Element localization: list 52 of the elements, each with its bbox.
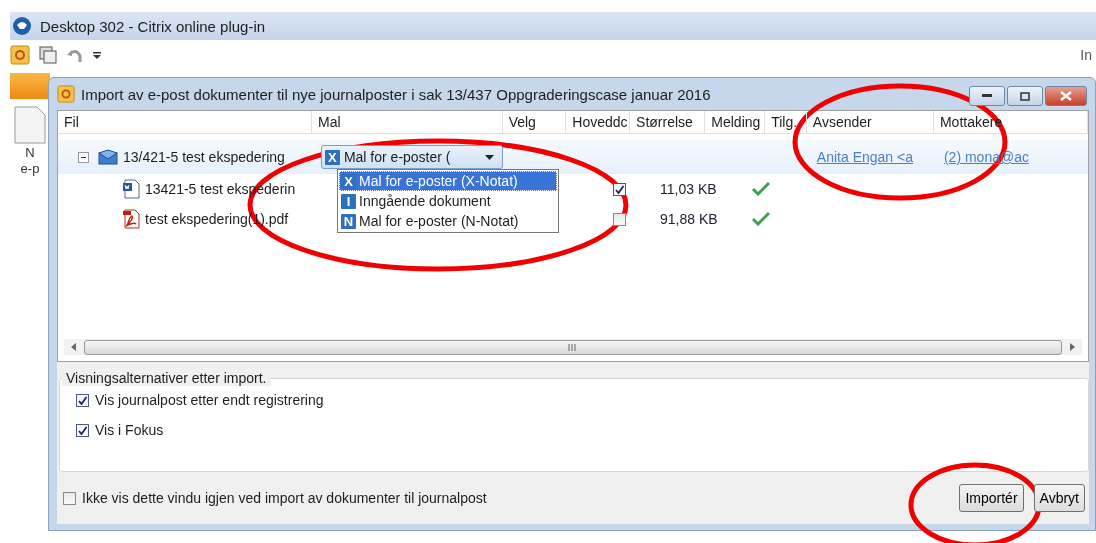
caret-icon xyxy=(484,154,494,160)
checkbox[interactable] xyxy=(612,182,626,196)
app-icon xyxy=(57,85,75,103)
dialog-button[interactable]: Importér xyxy=(959,484,1024,512)
dialog-button[interactable]: Avbryt xyxy=(1033,484,1085,512)
pdf-icon xyxy=(122,209,140,229)
checkbox-label: Ikke vis dette vindu igjen ved import av dokumenter til journalpost xyxy=(82,490,487,506)
grip-icon xyxy=(568,343,578,351)
checkbox-label: Vis journalpost etter endt registrering xyxy=(95,392,324,408)
window-title: Desktop 302 - Citrix online plug-in xyxy=(40,17,266,35)
checkbox[interactable] xyxy=(612,212,626,226)
save-icon[interactable] xyxy=(38,45,58,65)
template-dropdown[interactable]: X Mal for e-poster ( xyxy=(320,145,503,169)
column-header[interactable]: Avsender xyxy=(806,111,934,133)
dropdown-option[interactable]: X Mal for e-poster (X-Notat) xyxy=(339,171,557,191)
dropdown-option[interactable]: I Inngående dokument xyxy=(339,191,557,211)
dialog-title: Import av e-post dokumenter til nye journalposter i sak 13/437 Oppgraderingscase januar 2016 xyxy=(81,85,711,103)
column-header[interactable]: Størrelse xyxy=(630,111,706,133)
checkbox[interactable] xyxy=(63,491,76,505)
dropdown-option[interactable]: N Mal for e-poster (N-Notat) xyxy=(339,211,557,231)
maximize-icon xyxy=(1020,91,1030,101)
app-icon[interactable] xyxy=(10,45,30,65)
checkbox-label: Vis i Fokus xyxy=(95,422,164,438)
ribbon-text: In xyxy=(1080,47,1092,63)
checkbox[interactable] xyxy=(76,423,89,437)
table-cell: 13/421-5 test ekspedering xyxy=(123,149,285,165)
close-icon xyxy=(1060,91,1072,101)
column-header[interactable]: Hoveddc xyxy=(566,111,631,133)
column-header[interactable]: Melding xyxy=(705,111,766,133)
checkbox[interactable] xyxy=(76,393,89,407)
close-button[interactable] xyxy=(1045,86,1087,106)
maximize-button[interactable] xyxy=(1007,86,1043,106)
customize-menu-icon[interactable] xyxy=(92,49,102,61)
minimize-button[interactable] xyxy=(969,86,1005,106)
table-cell: 91,88 KB xyxy=(660,211,718,227)
sender-link[interactable]: Anita Engan <a xyxy=(816,149,913,165)
ribbon-label: e-p xyxy=(20,161,40,177)
column-header[interactable]: Tilg. xyxy=(765,111,807,133)
ribbon-label: N xyxy=(25,145,35,161)
column-header[interactable]: Fil xyxy=(58,111,313,133)
envelope-icon xyxy=(98,149,118,165)
table-cell: 11,03 KB xyxy=(660,181,717,197)
minimize-icon xyxy=(982,94,992,98)
horizontal-scrollbar[interactable] xyxy=(64,339,1082,355)
scroll-right-icon[interactable] xyxy=(1070,343,1076,351)
collapse-icon[interactable] xyxy=(78,151,89,163)
column-header[interactable]: Velg xyxy=(502,111,567,133)
app-logo-icon xyxy=(12,16,32,36)
word-document-icon xyxy=(122,179,140,199)
scroll-left-icon[interactable] xyxy=(70,343,76,351)
group-legend: Visningsalternativer etter import. xyxy=(62,370,271,386)
column-header[interactable]: Mal xyxy=(312,111,503,133)
